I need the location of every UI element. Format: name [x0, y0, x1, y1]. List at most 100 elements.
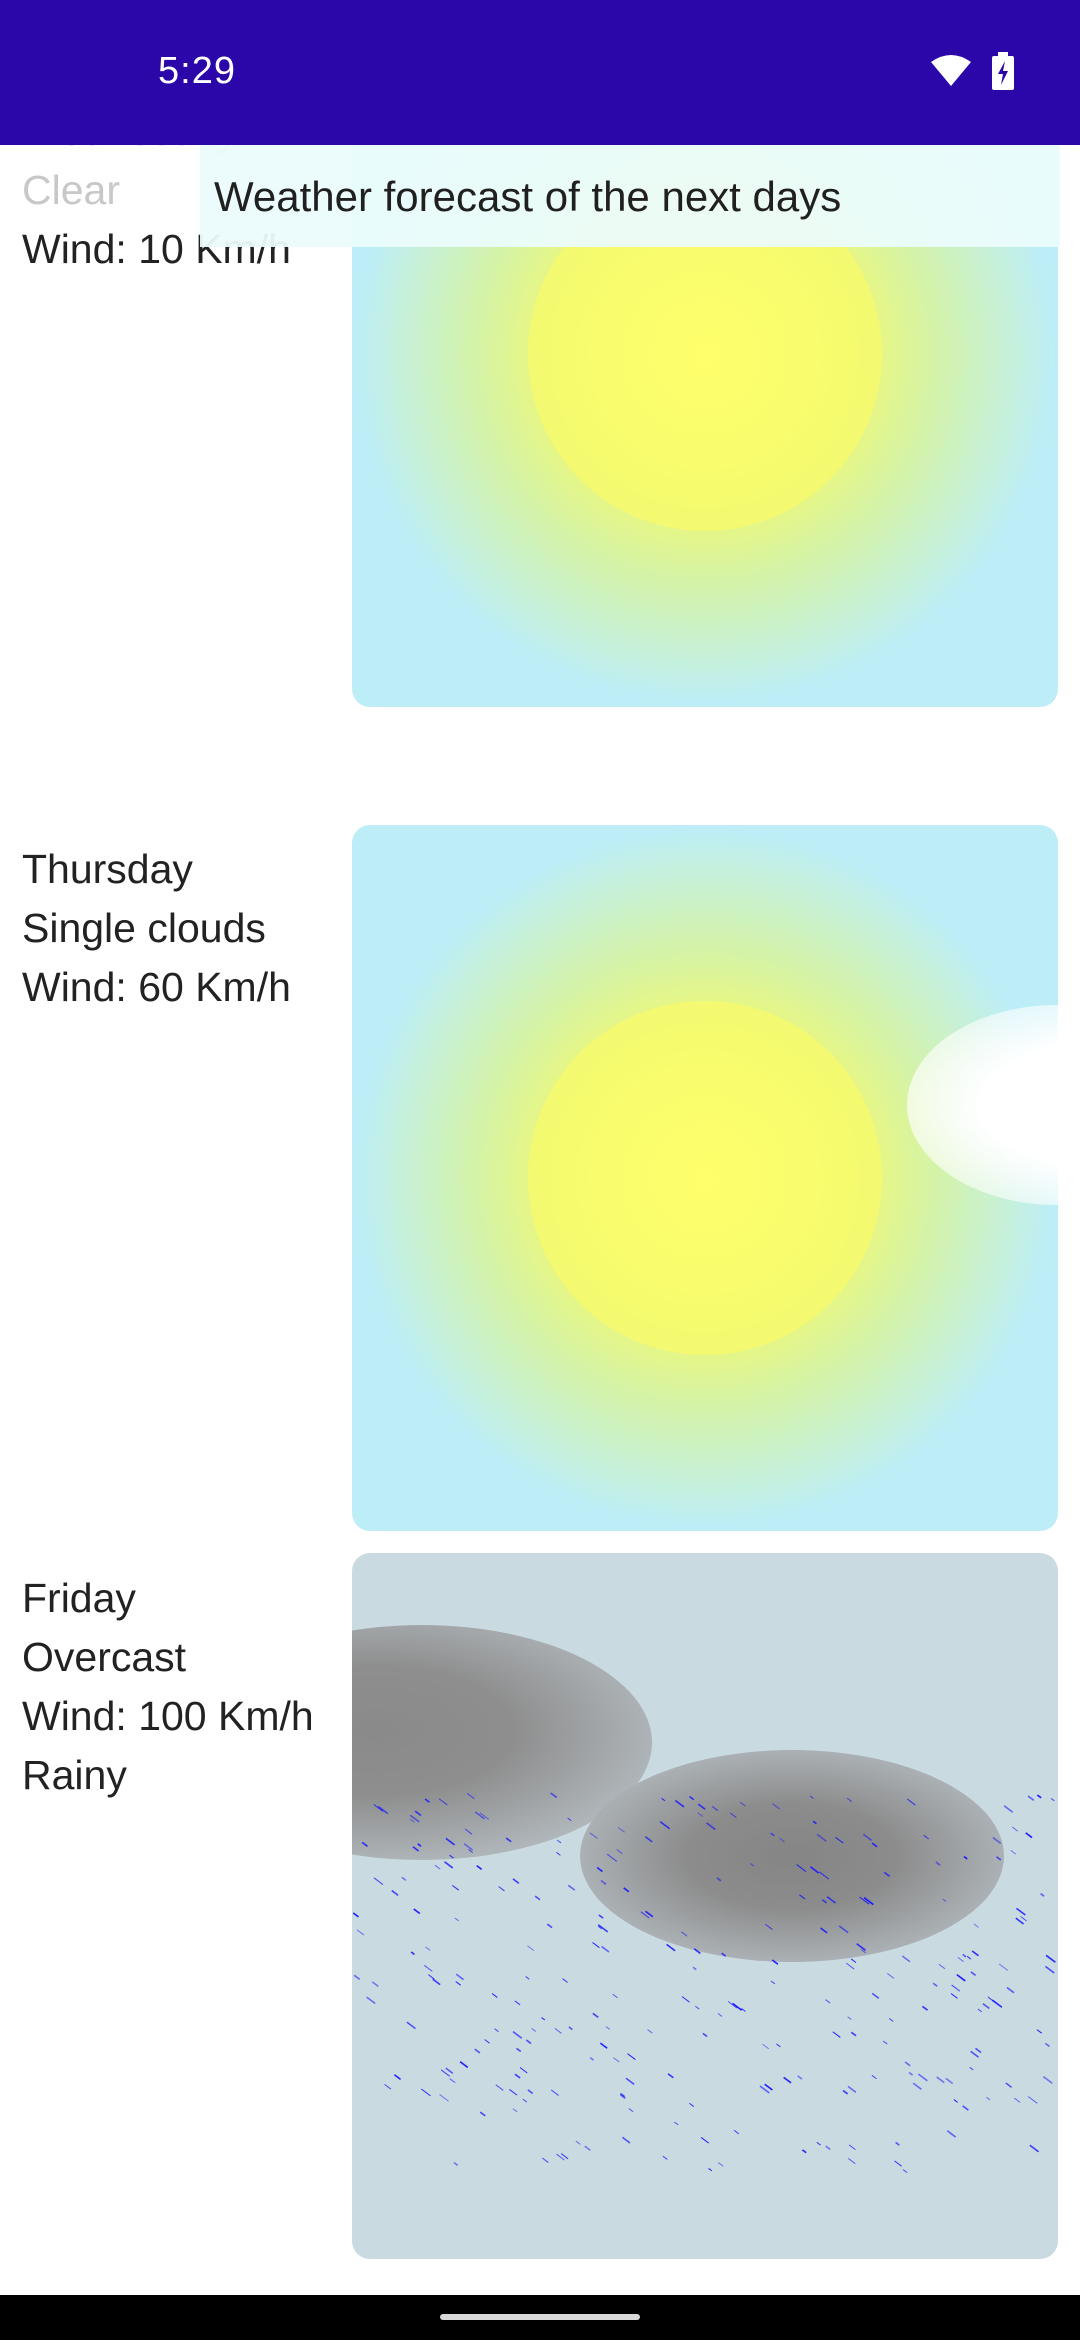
rain-drop — [942, 1898, 947, 1902]
rain-drop — [449, 1854, 454, 1859]
home-handle[interactable] — [440, 2314, 640, 2320]
rain-drop — [697, 1803, 706, 1810]
rain-drop — [776, 2043, 781, 2048]
day-wind: Wind: 100 Km/h — [22, 1693, 314, 1739]
rain-drop — [361, 1841, 368, 1848]
rain-drop — [821, 1899, 828, 1904]
rain-drop — [423, 1964, 433, 1972]
rain-drop — [809, 1866, 820, 1874]
rain-drop — [1036, 2029, 1042, 2034]
rain-drop — [847, 2016, 852, 2020]
rain-drop — [445, 2067, 454, 2074]
rain-drop — [694, 2005, 700, 2010]
rain-drop — [1027, 2096, 1038, 2104]
rain-drop — [936, 2076, 945, 2084]
rain-drop — [600, 1879, 607, 1885]
rain-drop — [674, 2121, 679, 2126]
rain-drop — [975, 2047, 982, 2054]
rain-drop — [601, 1945, 610, 1953]
rain-drop — [479, 2111, 486, 2117]
status-icons — [930, 52, 1014, 95]
rain-drop — [816, 2141, 821, 2146]
status-time: 5:29 — [158, 50, 236, 92]
rain-drop — [809, 1795, 814, 1799]
rain-drop — [987, 1996, 997, 2004]
rain-drop — [970, 2050, 979, 2058]
rain-drop — [412, 1846, 420, 1852]
rain-drop — [721, 1952, 727, 1957]
rain-drop — [717, 2162, 724, 2167]
rain-drop — [871, 2074, 877, 2080]
rain-drop — [498, 1886, 505, 1892]
rain-drop — [932, 1982, 938, 1987]
rain-drop — [371, 1981, 379, 1988]
navigation-bar — [0, 2295, 1080, 2340]
rain-drop — [556, 1851, 561, 1856]
rain-drop — [1006, 1986, 1015, 1994]
status-bar: 5:29 — [0, 0, 1080, 145]
rain-drop — [662, 2155, 668, 2160]
rain-drop — [444, 1861, 454, 1869]
weather-panel-sun-cloud — [352, 825, 1058, 1531]
rain-drop — [953, 2099, 958, 2103]
rain-drop — [667, 2073, 674, 2079]
rain-drop — [424, 1798, 430, 1803]
page-title: Weather forecast of the next days — [214, 173, 842, 220]
rain-drop — [962, 2105, 969, 2111]
rain-drop — [697, 1812, 704, 1817]
rain-drop — [550, 2089, 559, 2096]
rain-drop — [505, 1837, 512, 1843]
rain-drop — [613, 2057, 620, 2063]
rain-drop — [616, 1849, 623, 1855]
rain-drop — [531, 2028, 537, 2032]
rain-drop — [534, 1895, 541, 1901]
rain-drop — [689, 1795, 695, 1801]
rain-drop — [969, 2066, 974, 2071]
rain-drop — [888, 2018, 894, 2022]
rain-drop — [519, 2067, 528, 2074]
wifi-icon — [930, 54, 972, 93]
rain-drop — [391, 1889, 399, 1896]
rain-drop — [556, 1839, 562, 1844]
rain-drop — [550, 1792, 558, 1799]
day-extra: Rainy — [22, 1752, 127, 1798]
rain-drop — [998, 1963, 1009, 1971]
rain-drop — [567, 1884, 576, 1891]
forecast-list[interactable]: Wednesday Clear Wind: 10 Km/h Thursday S… — [0, 145, 1080, 2295]
rain-drop — [428, 1974, 435, 1980]
rain-drop — [512, 2030, 523, 2039]
rain-drop — [527, 1945, 535, 1952]
rain-drop — [647, 2029, 653, 2034]
rain-drop — [452, 1884, 460, 1891]
rain-drop — [455, 1973, 465, 1981]
rain-drop — [377, 1805, 389, 1815]
rain-drop — [1027, 1795, 1035, 1801]
rain-drop — [825, 1999, 831, 2004]
rain-drop — [801, 2149, 807, 2154]
rain-drop — [762, 2043, 770, 2050]
rain-drop — [627, 2053, 636, 2060]
rain-drop — [410, 1951, 415, 1956]
rain-drop — [612, 1993, 618, 1999]
rain-drop — [732, 2002, 743, 2011]
rain-drop — [832, 2031, 841, 2038]
rain-drop — [417, 1843, 422, 1847]
rain-drop — [771, 1959, 779, 1965]
rain-drop — [923, 1834, 930, 1840]
rain-drop — [628, 2108, 634, 2113]
rain-drop — [373, 1877, 384, 1885]
rain-drop — [575, 2140, 581, 2145]
rain-drop — [512, 2108, 518, 2113]
rain-drop — [445, 1837, 456, 1846]
rain-drop — [739, 1801, 746, 1807]
rain-drop — [847, 2158, 856, 2165]
rain-drop — [666, 1943, 676, 1952]
rain-drop — [1050, 1797, 1055, 1802]
rain-drop — [966, 1955, 972, 1960]
rain-drop — [449, 2078, 456, 2084]
rain-drop — [917, 2073, 928, 2082]
rain-drop — [409, 1818, 415, 1823]
rain-drop — [850, 1958, 857, 1964]
rain-drop — [621, 2136, 631, 2144]
rain-drop — [1042, 2075, 1053, 2085]
